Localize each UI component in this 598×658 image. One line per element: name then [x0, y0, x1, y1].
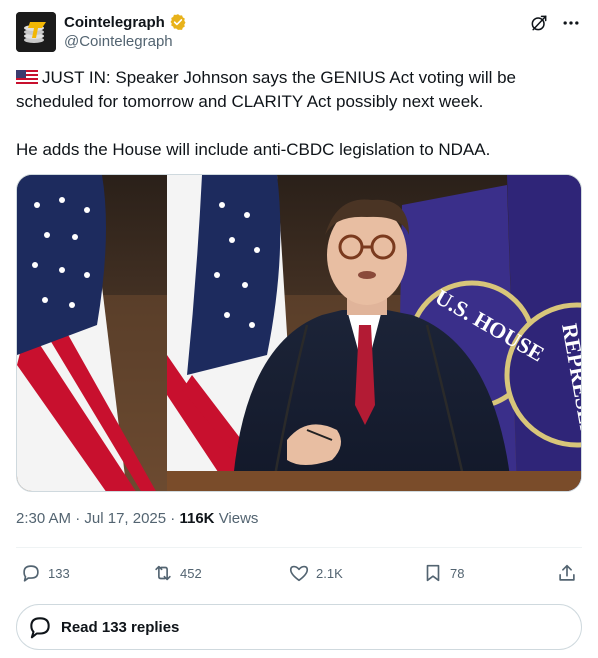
- tweet-header: Cointelegraph @Cointelegraph: [16, 12, 582, 54]
- like-count: 2.1K: [316, 565, 343, 581]
- more-options-icon[interactable]: [560, 12, 582, 34]
- read-replies-button[interactable]: Read 133 replies: [16, 604, 582, 650]
- reply-bubble-icon: [30, 617, 50, 639]
- cointelegraph-logo-icon: [16, 12, 56, 52]
- repost-count: 452: [180, 565, 202, 581]
- views-label: Views: [218, 510, 259, 527]
- read-replies-label: Read 133 replies: [61, 618, 180, 636]
- views-count: 116K: [179, 510, 215, 527]
- tweet-text-line-1: JUST IN: Speaker Johnson says the GENIUS…: [16, 68, 517, 111]
- reply-button[interactable]: 133: [20, 562, 70, 584]
- share-icon: [559, 564, 575, 581]
- grok-icon[interactable]: [528, 12, 550, 34]
- author-handle[interactable]: @Cointelegraph: [64, 33, 187, 50]
- reply-count: 133: [48, 565, 70, 581]
- speaker-photo: U.S. HOUSE REPRESEN: [17, 175, 581, 491]
- author-display-name[interactable]: Cointelegraph: [64, 14, 165, 31]
- heart-icon: [289, 565, 309, 582]
- bookmark-icon: [426, 564, 440, 582]
- tweet-text-line-2: He adds the House will include anti-CBDC…: [16, 140, 491, 159]
- bookmark-button[interactable]: 78: [422, 562, 464, 584]
- bookmark-count: 78: [450, 565, 465, 581]
- like-button[interactable]: 2.1K: [288, 562, 343, 584]
- share-button[interactable]: [556, 562, 578, 584]
- tweet-text: JUST IN: Speaker Johnson says the GENIUS…: [16, 66, 582, 162]
- action-bar: 133 452 2.1K 78: [16, 560, 582, 586]
- podium: [167, 471, 581, 491]
- repost-button[interactable]: 452: [152, 562, 202, 584]
- divider-top: [16, 547, 582, 548]
- tweet-time[interactable]: 2:30 AM: [16, 510, 71, 527]
- verified-badge-icon: [170, 14, 186, 30]
- tweet-meta: 2:30 AM · Jul 17, 2025 · 116K Views: [16, 510, 259, 527]
- repost-icon: [155, 565, 171, 581]
- tweet-date[interactable]: Jul 17, 2025: [84, 510, 166, 527]
- avatar[interactable]: [16, 12, 56, 52]
- reply-icon: [23, 565, 39, 582]
- tweet-media-image[interactable]: U.S. HOUSE REPRESEN: [16, 174, 582, 492]
- us-flag-icon: [16, 70, 38, 84]
